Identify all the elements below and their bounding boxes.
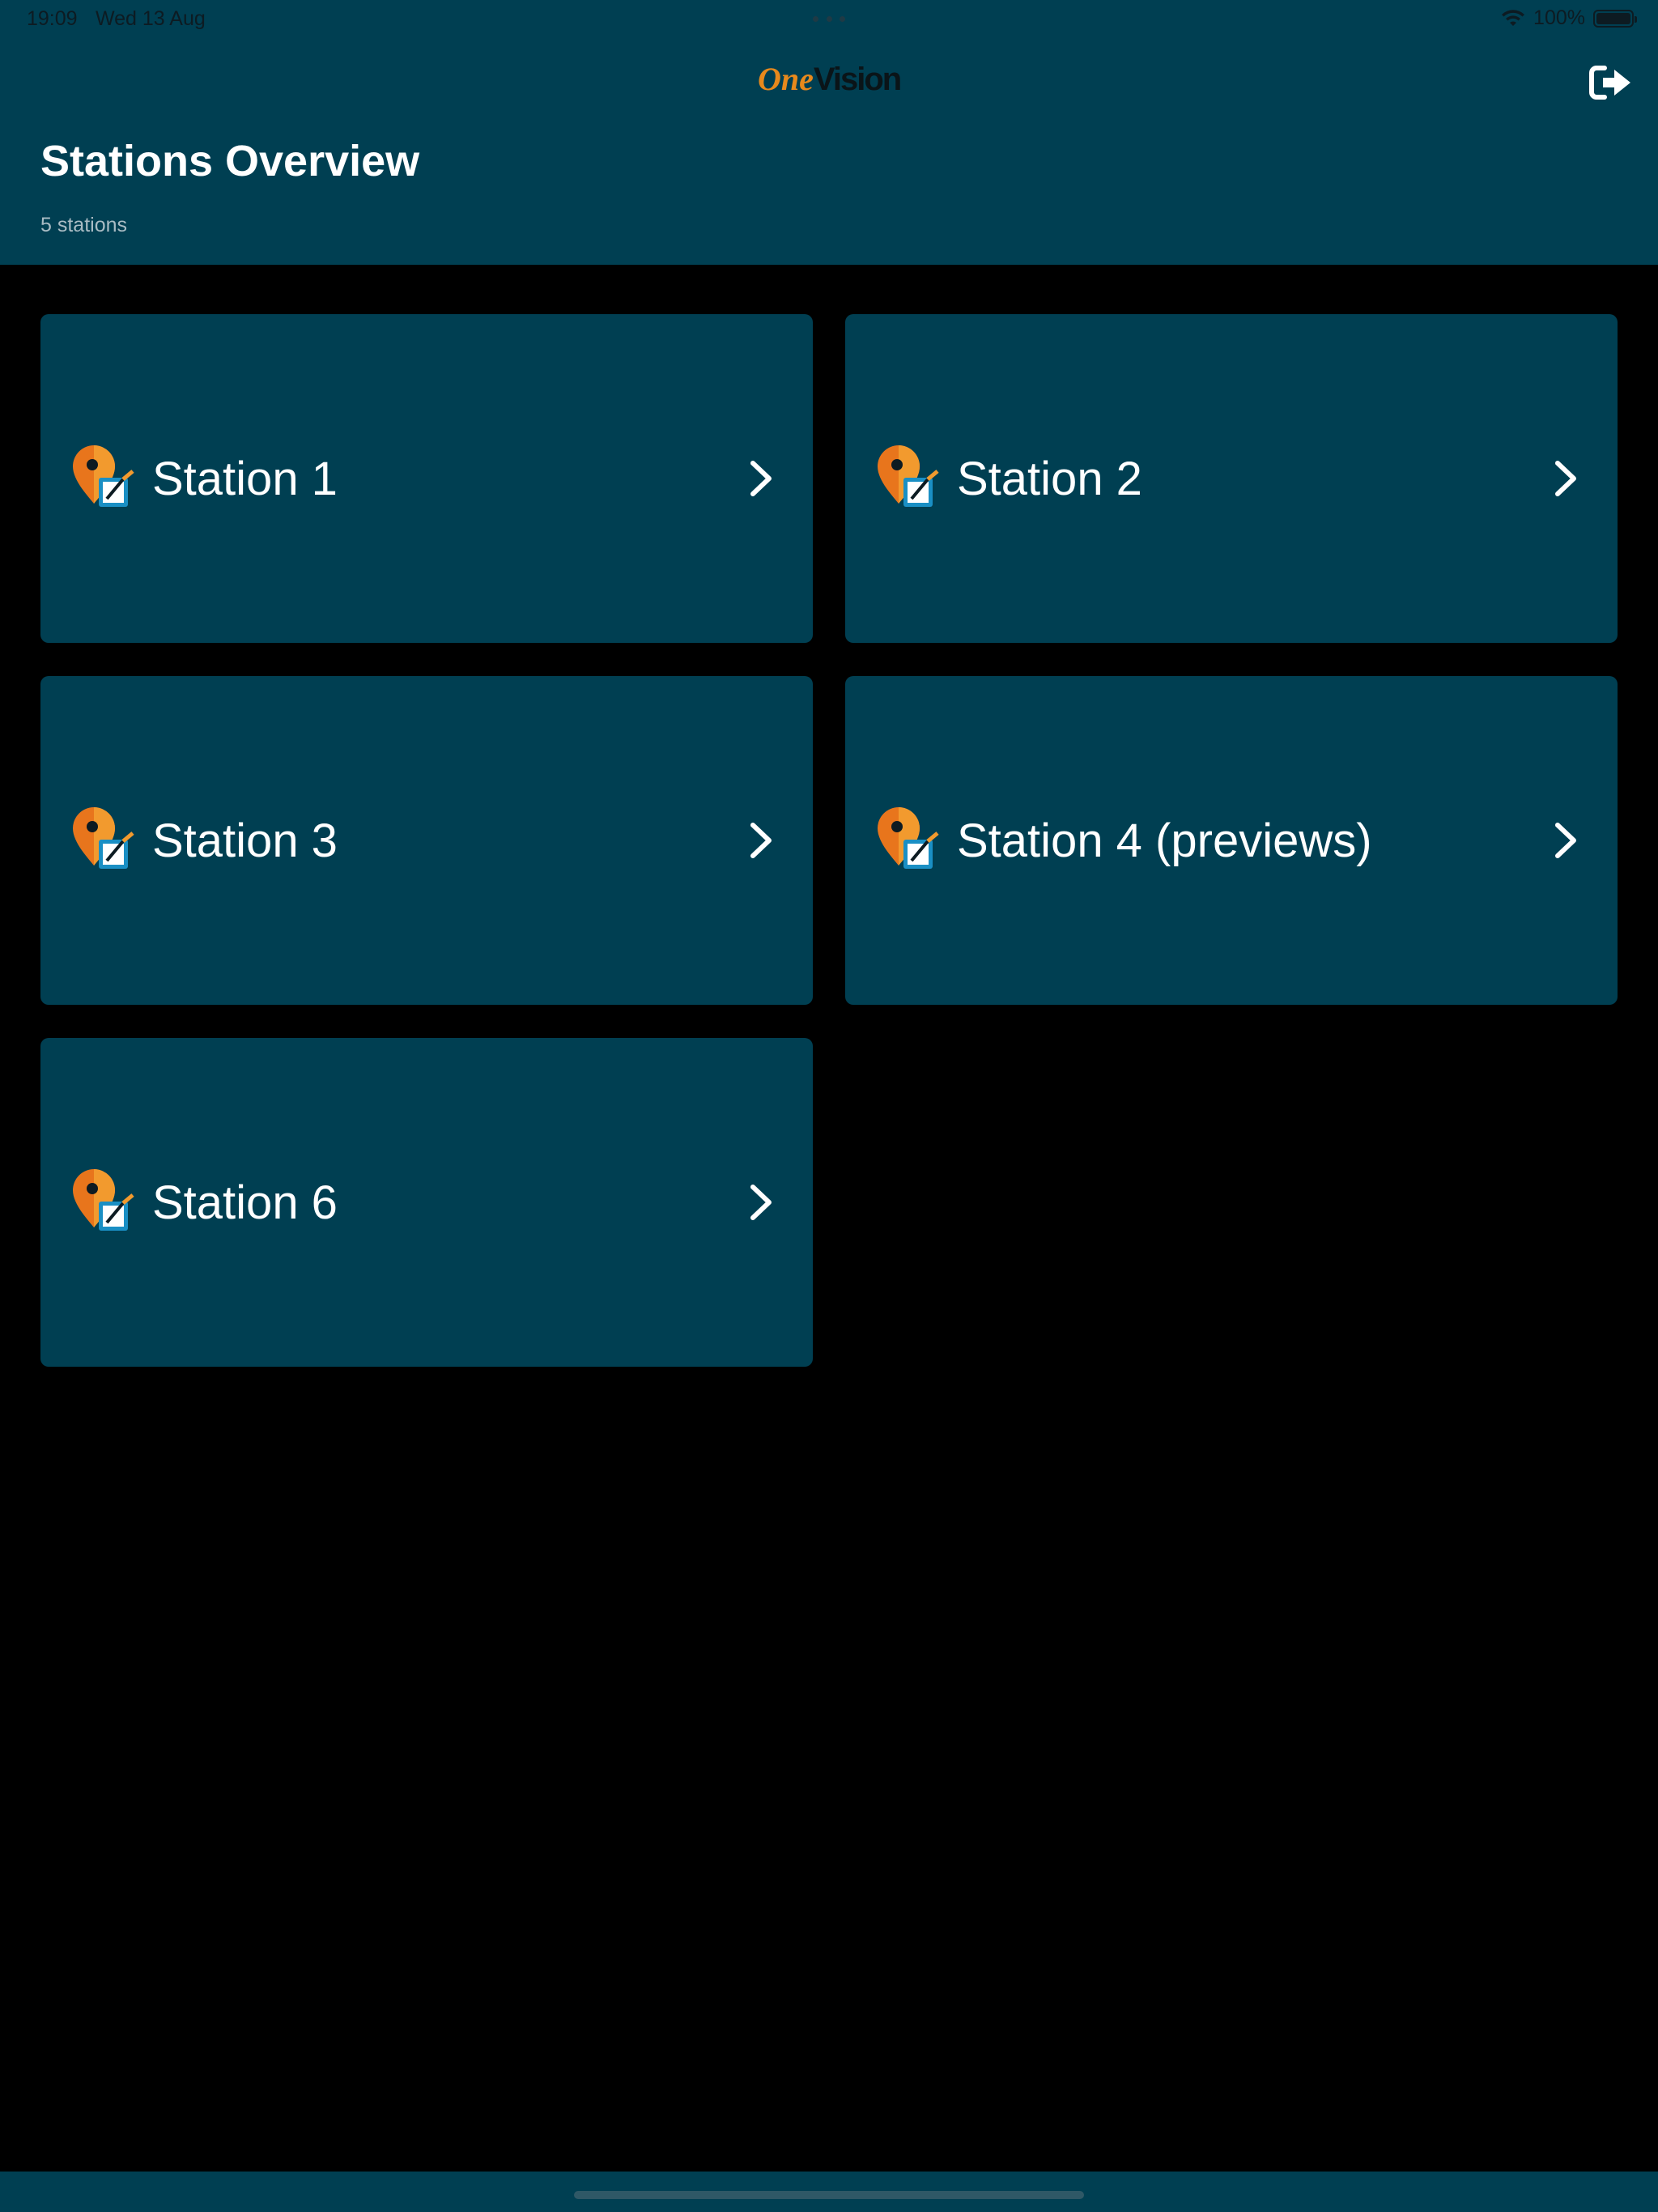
chevron-right-icon xyxy=(1555,823,1576,858)
home-indicator[interactable] xyxy=(574,2191,1084,2199)
chevron-right-icon xyxy=(750,1185,772,1220)
station-count: 5 stations xyxy=(40,214,128,236)
station-label: Station 2 xyxy=(957,452,1142,505)
logout-button[interactable] xyxy=(1588,63,1634,102)
stations-grid: Station 1 Station 2 Station 3 Station 4 … xyxy=(40,314,1618,1367)
chevron-right-icon xyxy=(750,823,772,858)
chevron-right-icon xyxy=(750,461,772,496)
battery-percent: 100% xyxy=(1533,6,1585,29)
status-right: 100% xyxy=(1501,6,1637,30)
station-label: Station 1 xyxy=(152,452,338,505)
page-title: Stations Overview xyxy=(40,137,420,185)
app-logo: One Vision xyxy=(758,60,902,102)
map-pin-edit-icon xyxy=(73,1169,134,1231)
station-card[interactable]: Station 3 xyxy=(40,676,813,1005)
map-pin-edit-icon xyxy=(878,807,939,869)
battery-icon xyxy=(1593,9,1637,28)
status-bar: 19:09 Wed 13 Aug 100% xyxy=(0,0,1658,37)
multitasking-indicator[interactable] xyxy=(813,16,845,22)
station-card[interactable]: Station 2 xyxy=(845,314,1618,643)
station-card[interactable]: Station 1 xyxy=(40,314,813,643)
map-pin-edit-icon xyxy=(73,445,134,507)
station-label: Station 3 xyxy=(152,814,338,867)
station-card[interactable]: Station 6 xyxy=(40,1038,813,1367)
station-card[interactable]: Station 4 (previews) xyxy=(845,676,1618,1005)
logo-one: One xyxy=(758,61,814,97)
chevron-right-icon xyxy=(1555,461,1576,496)
map-pin-edit-icon xyxy=(73,807,134,869)
status-date: Wed 13 Aug xyxy=(96,7,206,30)
logo-vision: Vision xyxy=(813,62,902,97)
header: 19:09 Wed 13 Aug 100% One Vision Station… xyxy=(0,0,1658,265)
status-time: 19:09 xyxy=(27,7,78,30)
station-label: Station 4 (previews) xyxy=(957,814,1372,867)
station-label: Station 6 xyxy=(152,1176,338,1229)
wifi-icon xyxy=(1502,9,1525,26)
map-pin-edit-icon xyxy=(878,445,939,507)
sign-out-icon xyxy=(1589,66,1630,100)
